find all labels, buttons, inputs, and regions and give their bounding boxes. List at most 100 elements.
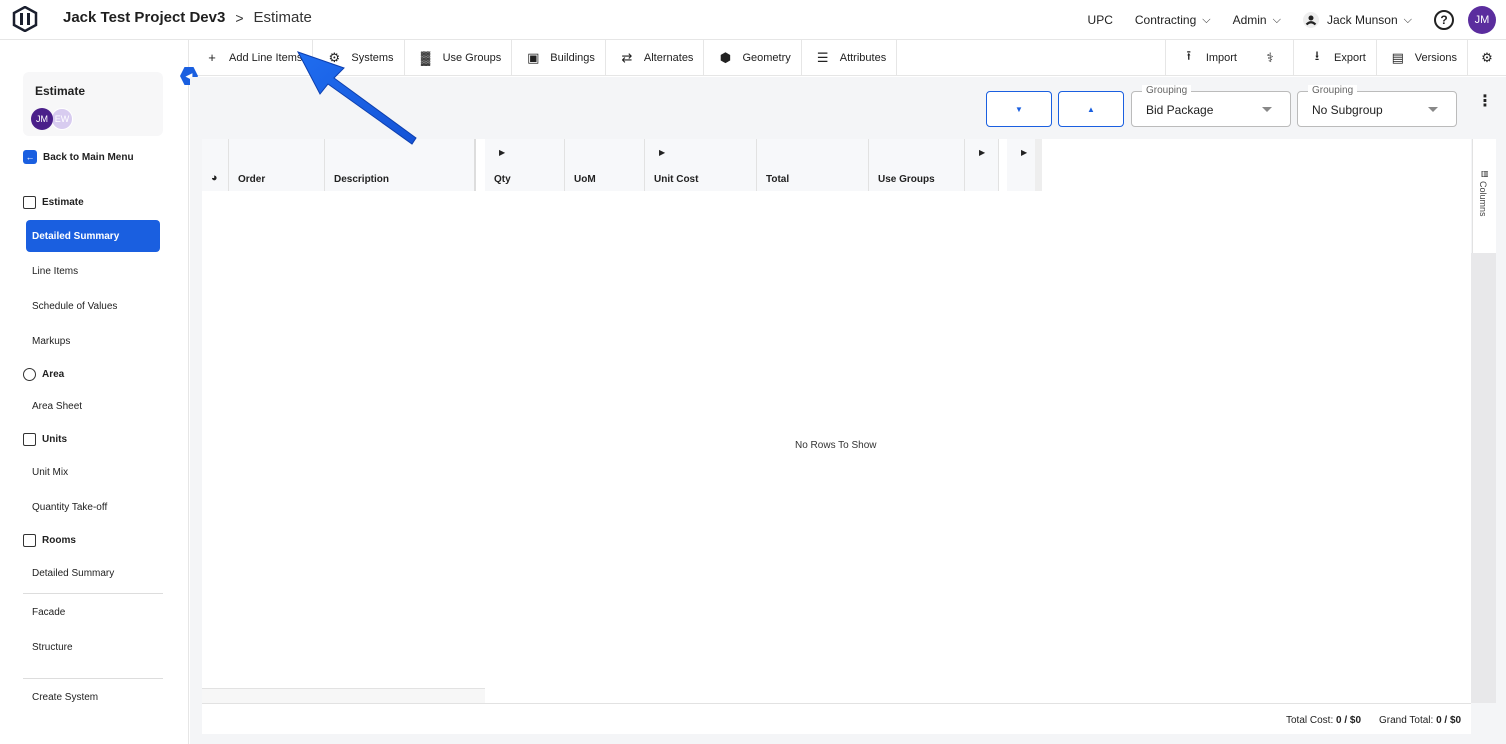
section-rooms-label: Rooms [42,535,76,546]
grid-header-use-groups[interactable]: Use Groups [869,139,965,191]
rooms-icon [23,534,36,547]
sidebar-item-schedule-of-values[interactable]: Schedule of Values [32,301,117,312]
section-estimate-label: Estimate [42,197,84,208]
expand-column-icon[interactable]: ▶ [659,148,665,157]
download-icon: ⭳ [1314,47,1320,63]
sidebar-item-facade[interactable]: Facade [32,607,65,618]
avatar[interactable]: EW [51,108,73,130]
section-area-label: Area [42,369,65,380]
buildings-button[interactable]: ▣ Buildings [512,40,606,75]
versions-label: Versions [1414,51,1457,64]
sidebar-item-line-items[interactable]: Line Items [32,266,78,277]
attributes-button[interactable]: ☰ Attributes [802,40,898,75]
versions-button[interactable]: ▤ Versions [1377,40,1468,75]
caret-up-icon: ▲ [1087,104,1095,114]
sidebar-item-structure[interactable]: Structure [32,642,73,653]
totals-footer: Total Cost: 0 / $0 Grand Total: 0 / $0 [202,703,1471,734]
vertical-scrollbar[interactable] [1471,253,1496,703]
grid-pinned-gap [476,139,485,191]
grouping-select[interactable]: Grouping Bid Package [1131,85,1291,127]
estimate-card-title: Estimate [35,84,86,98]
nav-upc-label: UPC [1087,13,1113,27]
section-estimate: Estimate [23,196,84,209]
top-nav: UPC Contracting ⌵ Admin ⌵ Jack Munson ⌵ ? J… [1088,0,1506,40]
sidebar-divider [23,678,163,679]
breadcrumb-page: Estimate [253,9,312,26]
geometry-button[interactable]: ⬢ Geometry [704,40,802,75]
export-button[interactable]: ⭳ Export [1294,40,1377,75]
grid-header-description-label: Description [334,174,390,185]
caret-down-icon: ▼ [1015,104,1023,114]
palette-icon: ◕ [211,172,218,184]
horizontal-scrollbar[interactable] [202,688,485,703]
expand-all-button[interactable]: ▲ [1058,91,1124,127]
data-grid: ◕ Order Description ▶ Qty UoM ▶ Unit Cost … [202,139,1471,703]
subgroup-select[interactable]: Grouping No Subgroup [1297,85,1457,127]
archive-icon: ▤ [1391,49,1404,65]
attributes-label: Attributes [839,51,887,64]
top-header: Jack Test Project Dev3 > Estimate UPC Co… [0,0,1506,40]
area-icon [23,368,36,381]
grid-header-group-b[interactable]: ▶ [1007,139,1042,191]
swap-icon: ⇄ [621,49,633,65]
nav-contracting[interactable]: Contracting ⌵ [1135,13,1211,27]
sidebar-item-markups[interactable]: Markups [32,336,70,347]
section-units-label: Units [42,434,67,445]
sidebar-item-create-system[interactable]: Create System [32,692,98,703]
section-area: Area [23,368,64,381]
grid-header-uom[interactable]: UoM [565,139,645,191]
breadcrumb: Jack Test Project Dev3 > Estimate [63,9,312,26]
nav-upc[interactable]: UPC [1088,13,1113,27]
help-icon[interactable]: ? [1434,10,1454,30]
breadcrumb-project[interactable]: Jack Test Project Dev3 [63,9,225,26]
grid-header-qty[interactable]: ▶ Qty [485,139,565,191]
settings-button[interactable]: ⚙ [1468,40,1506,75]
back-to-main-menu[interactable]: ← Back to Main Menu [23,150,134,164]
grid-header-total[interactable]: Total [757,139,869,191]
sidebar-divider [23,593,163,594]
columns-panel-toggle[interactable]: ▥ Columns [1472,139,1496,253]
sidebar-item-area-sheet[interactable]: Area Sheet [32,401,82,412]
chevron-down-icon: ⌵ [1202,13,1211,26]
diagnostics-button[interactable]: ⚕ [1247,40,1294,75]
grid-header-gap [999,139,1007,191]
columns-panel-label: Columns [1478,181,1488,217]
avatar[interactable]: JM [31,108,53,130]
grid-header-order-label: Order [238,174,266,185]
content-area: ▼ ▲ Grouping Bid Package Grouping No Sub… [190,77,1506,744]
nav-contracting-label: Contracting [1134,13,1197,27]
grouping-value: Bid Package [1146,103,1214,117]
dropdown-arrow-icon [1262,107,1272,112]
calculator-icon [23,196,36,209]
grid-header-unit-cost-label: Unit Cost [654,174,699,185]
grid-header-qty-label: Qty [494,174,511,185]
grid-header-unit-cost[interactable]: ▶ Unit Cost [645,139,757,191]
sidebar-item-rooms-detailed-summary[interactable]: Detailed Summary [32,568,114,579]
import-button[interactable]: ⭱ Import [1164,40,1247,75]
expand-column-icon[interactable]: ▶ [499,148,505,157]
columns-icon: ▥ [1481,169,1489,178]
list-icon: ☰ [816,49,829,65]
collapse-all-button[interactable]: ▼ [986,91,1052,127]
expand-column-icon[interactable]: ▶ [979,148,985,157]
nav-admin[interactable]: Admin ⌵ [1233,13,1281,27]
user-menu[interactable]: Jack Munson ⌵ [1302,12,1412,28]
alternates-button[interactable]: ⇄ Alternates [606,40,705,75]
empty-state-message: No Rows To Show [795,440,877,451]
section-rooms: Rooms [23,534,76,547]
sidebar-item-quantity-takeoff[interactable]: Quantity Take-off [32,502,107,513]
grid-header-color[interactable]: ◕ [202,139,229,191]
grid-header-group-a[interactable]: ▶ [965,139,999,191]
chevron-down-icon: ⌵ [1272,13,1281,26]
sidebar-item-unit-mix[interactable]: Unit Mix [32,467,68,478]
sidebar-item-detailed-summary[interactable]: Detailed Summary [26,220,160,252]
expand-column-icon[interactable]: ▶ [1021,148,1027,157]
stethoscope-icon: ⚕ [1266,49,1274,65]
more-options-icon[interactable]: ⋮ [1477,94,1493,110]
import-label: Import [1205,51,1237,64]
cube-icon: ⬢ [719,49,732,65]
avatar[interactable]: JM [1468,6,1496,34]
gear-icon: ⚙ [1481,49,1493,65]
app-logo-icon[interactable] [12,6,38,32]
